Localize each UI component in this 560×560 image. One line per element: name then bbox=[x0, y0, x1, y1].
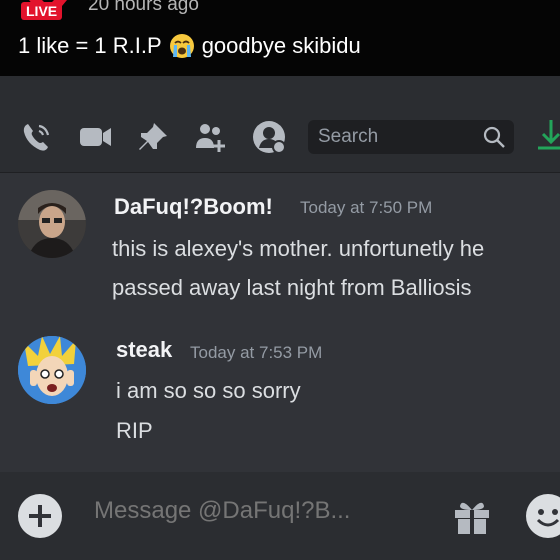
add-attachment-button[interactable] bbox=[18, 494, 62, 538]
video-camera-icon[interactable] bbox=[78, 120, 112, 154]
user-avatar-photo-icon bbox=[18, 190, 86, 258]
search-input[interactable]: Search bbox=[308, 120, 514, 154]
search-placeholder: Search bbox=[318, 126, 379, 147]
avatar[interactable] bbox=[18, 336, 86, 404]
message-timestamp: Today at 7:53 PM bbox=[190, 343, 323, 362]
message-text-line: RIP bbox=[116, 418, 153, 443]
user-profile-icon[interactable] bbox=[252, 120, 286, 154]
time-ago: 20 hours ago bbox=[88, 0, 199, 15]
video-caption: 1 like = 1 R.I.P goodbye skibidu bbox=[18, 33, 361, 59]
message-author[interactable]: DaFuq!?Boom! bbox=[114, 194, 273, 220]
add-friend-icon[interactable] bbox=[194, 120, 228, 154]
caption-text-2: goodbye skibidu bbox=[201, 33, 361, 58]
plus-icon bbox=[29, 505, 51, 527]
smiley-face-icon bbox=[536, 509, 560, 527]
download-icon[interactable] bbox=[536, 118, 560, 158]
message-text-line: i am so so so sorry bbox=[116, 378, 301, 403]
anime-avatar-icon bbox=[18, 336, 86, 404]
message-author[interactable]: steak bbox=[116, 337, 172, 363]
caption-text-1: 1 like = 1 R.I.P bbox=[18, 33, 162, 58]
live-badge: LIVE bbox=[21, 2, 63, 20]
message-text-line: this is alexey's mother. unfortunetly he bbox=[112, 236, 485, 261]
message-input[interactable] bbox=[92, 496, 396, 526]
pin-icon[interactable] bbox=[136, 120, 170, 154]
emoji-button[interactable] bbox=[526, 494, 560, 538]
message-timestamp: Today at 7:50 PM bbox=[300, 198, 433, 217]
search-icon bbox=[483, 126, 505, 148]
message-text-line: passed away last night from Balliosis bbox=[112, 275, 472, 300]
phone-call-icon[interactable] bbox=[20, 120, 54, 154]
gift-icon[interactable] bbox=[452, 496, 492, 536]
avatar[interactable] bbox=[18, 190, 86, 258]
video-caption-bar: LIVE 20 hours ago 1 like = 1 R.I.P goodb… bbox=[0, 0, 560, 76]
crying-face-icon bbox=[169, 34, 194, 58]
message-composer bbox=[0, 472, 560, 560]
